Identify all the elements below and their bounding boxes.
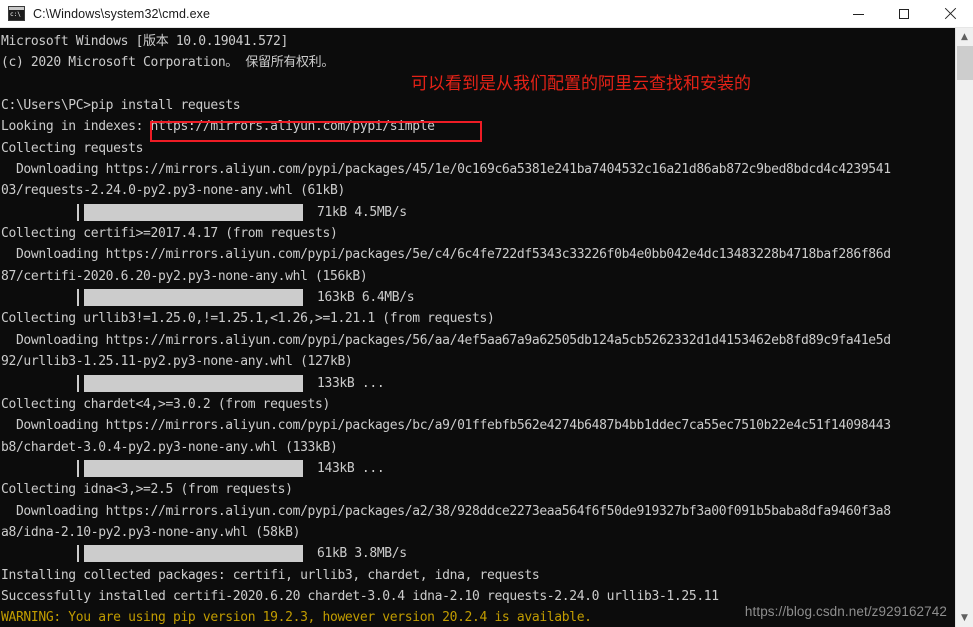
console-line: Installing collected packages: certifi, …	[1, 567, 540, 583]
console-line: (c) 2020 Microsoft Corporation。 保留所有权利。	[1, 55, 334, 71]
console-line: Downloading https://mirrors.aliyun.com/p…	[1, 332, 891, 348]
annotation-text: 可以看到是从我们配置的阿里云查找和安装的	[411, 74, 751, 94]
progress-bar-label: 143kB ...	[317, 460, 385, 476]
close-icon	[944, 8, 956, 20]
progress-bar	[77, 459, 303, 477]
console-line: 03/requests-2.24.0-py2.py3-none-any.whl …	[1, 183, 345, 199]
cmd-window: C:\Windows\system32\cmd.exe Microsoft Wi…	[0, 0, 973, 627]
title-bar[interactable]: C:\Windows\system32\cmd.exe	[0, 0, 973, 28]
console-line: Downloading https://mirrors.aliyun.com/p…	[1, 162, 891, 178]
console-line: C:\Users\PC>pip install requests	[1, 98, 241, 114]
download-progress-row: 143kB ...	[1, 458, 955, 479]
watermark-text: https://blog.csdn.net/z929162742	[744, 604, 947, 619]
maximize-button[interactable]	[881, 0, 927, 28]
progress-bar-label: 163kB 6.4MB/s	[317, 290, 415, 306]
console-line: b8/chardet-3.0.4-py2.py3-none-any.whl (1…	[1, 439, 338, 455]
progress-bar-label: 71kB 4.5MB/s	[317, 204, 407, 220]
console-output[interactable]: Microsoft Windows [版本 10.0.19041.572] (c)…	[0, 28, 955, 627]
window-title: C:\Windows\system32\cmd.exe	[33, 6, 211, 21]
progress-bar-fill	[84, 459, 303, 477]
progress-bar	[77, 289, 303, 307]
progress-bar	[77, 203, 303, 221]
progress-bar-label: 133kB ...	[317, 375, 385, 391]
console-line: Collecting idna<3,>=2.5 (from requests)	[1, 482, 293, 498]
download-progress-row: 71kB 4.5MB/s	[1, 202, 955, 223]
console-line: Downloading https://mirrors.aliyun.com/p…	[1, 503, 891, 519]
scroll-up-button[interactable]: ▲	[956, 28, 973, 46]
cmd-icon	[8, 6, 25, 21]
console-line: Microsoft Windows [版本 10.0.19041.572]	[1, 34, 288, 49]
progress-bar-fill	[84, 289, 303, 307]
console-line: 87/certifi-2020.6.20-py2.py3-none-any.wh…	[1, 268, 368, 284]
progress-bar-label: 61kB 3.8MB/s	[317, 546, 407, 562]
close-button[interactable]	[927, 0, 973, 28]
scrollbar-track[interactable]	[956, 46, 973, 609]
window-controls	[835, 0, 973, 28]
console-line: Downloading https://mirrors.aliyun.com/p…	[1, 247, 891, 263]
scrollbar-thumb[interactable]	[957, 46, 973, 80]
progress-bar-fill	[84, 374, 303, 392]
console-line: Downloading https://mirrors.aliyun.com/p…	[1, 418, 891, 434]
window-body: Microsoft Windows [版本 10.0.19041.572] (c)…	[0, 28, 973, 627]
console-line-list: Microsoft Windows [版本 10.0.19041.572] (c)…	[1, 31, 955, 627]
vertical-scrollbar[interactable]: ▲ ▼	[955, 28, 973, 627]
download-progress-row: 163kB 6.4MB/s	[1, 287, 955, 308]
console-line: Looking in indexes: https://mirrors.aliy…	[1, 119, 435, 135]
minimize-button[interactable]	[835, 0, 881, 28]
console-line: Collecting chardet<4,>=3.0.2 (from reque…	[1, 396, 330, 412]
minimize-icon	[852, 13, 864, 15]
maximize-icon	[899, 9, 909, 19]
console-line: Collecting urllib3!=1.25.0,!=1.25.1,<1.2…	[1, 311, 495, 327]
progress-bar	[77, 545, 303, 563]
console-line: Collecting requests	[1, 140, 144, 156]
progress-bar-fill	[84, 203, 303, 221]
download-progress-row: 133kB ...	[1, 373, 955, 394]
progress-bar	[77, 374, 303, 392]
progress-bar-fill	[84, 545, 303, 563]
console-line: Collecting certifi>=2017.4.17 (from requ…	[1, 226, 338, 242]
console-line: a8/idna-2.10-py2.py3-none-any.whl (58kB)	[1, 524, 301, 540]
download-progress-row: 61kB 3.8MB/s	[1, 543, 955, 564]
console-line: 92/urllib3-1.25.11-py2.py3-none-any.whl …	[1, 354, 353, 370]
scroll-down-button[interactable]: ▼	[956, 609, 973, 627]
